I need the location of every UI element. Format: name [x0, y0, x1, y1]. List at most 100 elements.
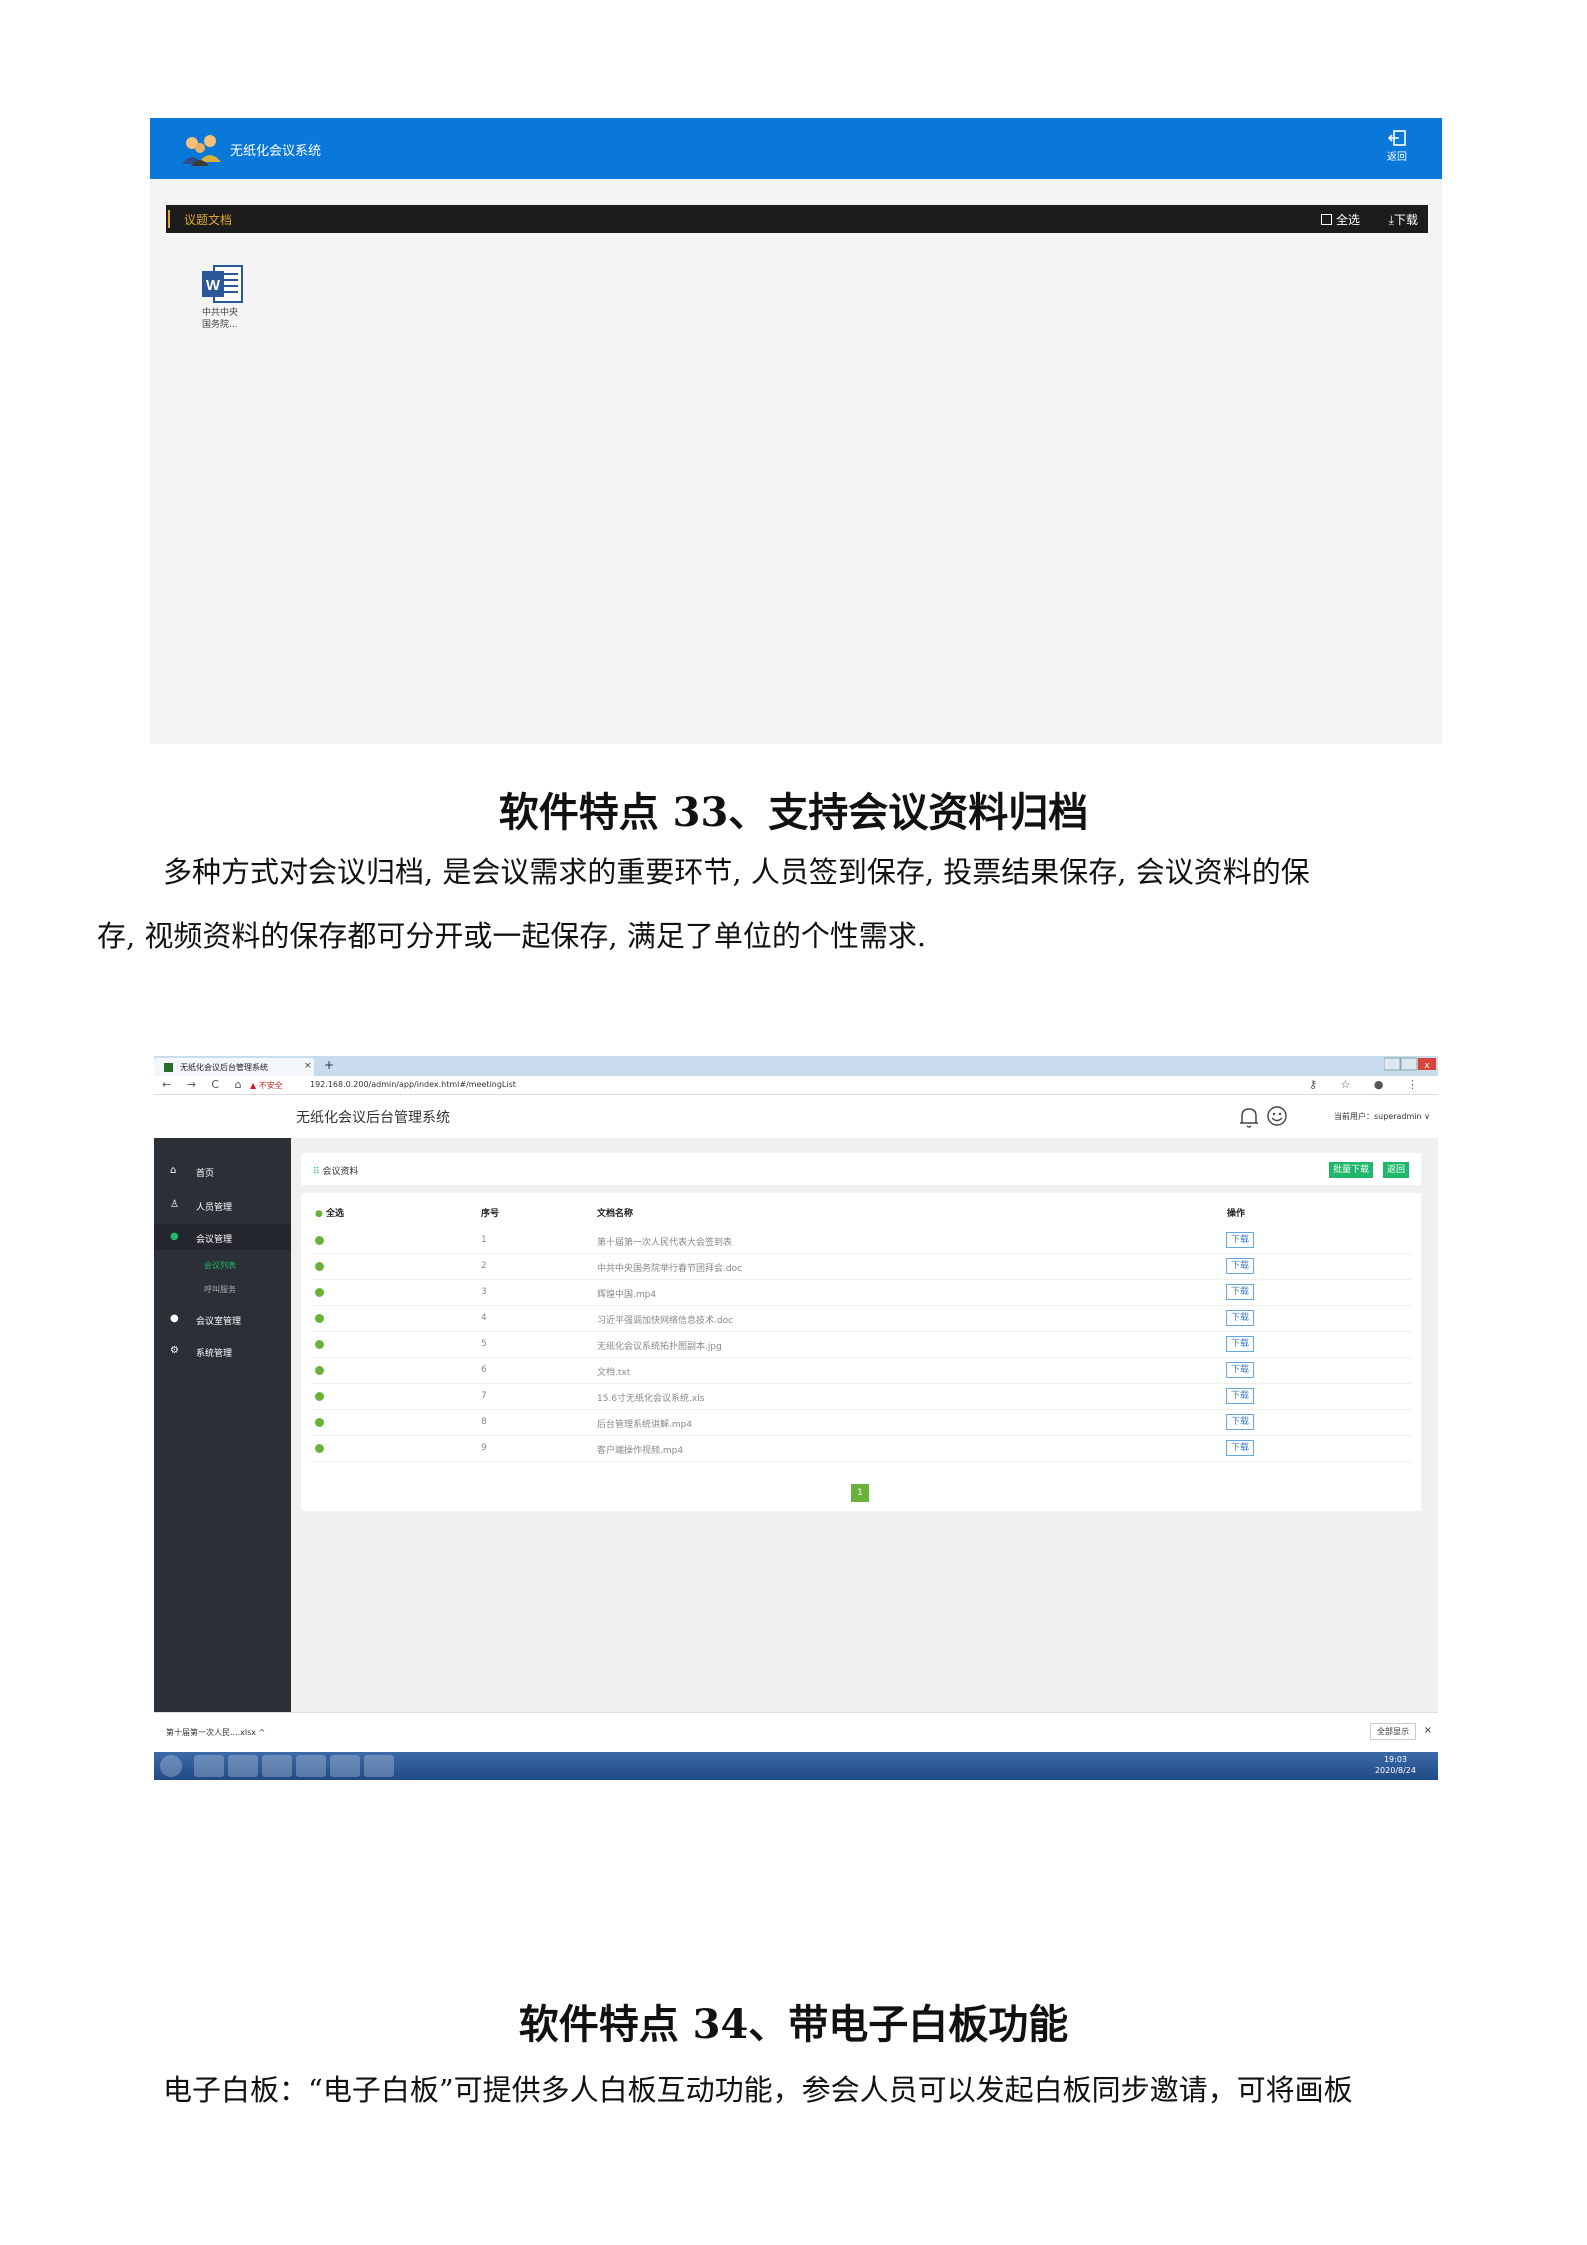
row-download-button[interactable]: 下载 — [1226, 1258, 1254, 1274]
select-all-checkbox[interactable]: 全选 — [1320, 211, 1360, 228]
folder-icon[interactable] — [228, 1755, 258, 1777]
tab-close-icon[interactable]: × — [304, 1061, 312, 1071]
sidebar-item-people[interactable]: ♙ 人员管理 — [154, 1192, 291, 1218]
row-download-button[interactable]: 下载 — [1226, 1440, 1254, 1456]
row-download-button[interactable]: 下载 — [1226, 1310, 1254, 1326]
file-name-line: 中共中央 — [202, 308, 239, 318]
word-file-icon: W — [202, 265, 243, 303]
download-label: 下载 — [1393, 213, 1418, 227]
new-tab-button[interactable]: + — [324, 1058, 334, 1072]
download-button[interactable]: ⤓下载 — [1389, 211, 1418, 228]
current-user[interactable]: 当前用户：superadmin ∨ — [1334, 1111, 1430, 1122]
bell-icon[interactable] — [1238, 1105, 1260, 1129]
system-clock[interactable]: 19:03 2020/8/24 — [1375, 1754, 1416, 1776]
row-download-button[interactable]: 下载 — [1226, 1232, 1254, 1248]
sidebar-item-label: 会议管理 — [196, 1235, 233, 1245]
section-accent — [168, 210, 170, 228]
row-doc-name: 后台管理系统讲解.mp4 — [597, 1420, 693, 1430]
start-button-icon[interactable] — [160, 1755, 182, 1777]
row-check-icon[interactable] — [315, 1418, 324, 1427]
svg-text:x: x — [1424, 1061, 1430, 1071]
row-index: 8 — [481, 1417, 487, 1427]
sidebar-item-system[interactable]: ⚙ 系统管理 — [154, 1338, 291, 1364]
download-bar: 第十届第一次人民....xlsx ^ 全部显示 × — [154, 1712, 1438, 1753]
row-doc-name: 习近平强调加快网络信息技术.doc — [597, 1316, 734, 1326]
pagination-page[interactable]: 1 — [851, 1484, 869, 1502]
document-table: ● 全选 序号 文档名称 操作 1 第十届第一次人民代表大会签到表 下载 2 中共中央国… — [301, 1193, 1421, 1511]
row-check-icon[interactable] — [315, 1444, 324, 1453]
return-button[interactable]: 返回 — [1382, 1162, 1409, 1178]
close-icon[interactable]: × — [1424, 1725, 1432, 1736]
feature-33-paragraph-line: 存, 视频资料的保存都可分开或一起保存, 满足了单位的个性需求. — [97, 919, 927, 953]
browser-tab[interactable]: 无纸化会议后台管理系统 × — [154, 1058, 314, 1076]
select-all-label: 全选 — [326, 1209, 345, 1219]
table-row: 3 辉煌中国.mp4 下载 — [311, 1279, 1411, 1306]
row-index: 3 — [481, 1287, 487, 1297]
wps-icon[interactable] — [330, 1755, 360, 1777]
row-download-button[interactable]: 下载 — [1226, 1388, 1254, 1404]
back-button[interactable]: 返回 — [1382, 130, 1412, 163]
window-controls-icon[interactable]: x — [1384, 1057, 1436, 1071]
table-row: 7 15.6寸无纸化会议系统.xls 下载 — [311, 1383, 1411, 1410]
app-header: 无纸化会议后台管理系统 当前用户：superadmin ∨ — [154, 1095, 1438, 1139]
check-dot-icon: ● — [315, 1209, 326, 1219]
row-download-button[interactable]: 下载 — [1226, 1362, 1254, 1378]
panel-title-label: 会议资料 — [322, 1167, 359, 1177]
row-index: 1 — [481, 1235, 487, 1245]
table-row: 6 文档.txt 下载 — [311, 1357, 1411, 1384]
file-name: 中共中央 国务院... — [202, 307, 252, 331]
row-check-icon[interactable] — [315, 1314, 324, 1323]
tool-app-icon[interactable] — [364, 1755, 394, 1777]
row-check-icon[interactable] — [315, 1340, 324, 1349]
people-icon: ♙ — [170, 1199, 179, 1210]
row-download-button[interactable]: 下载 — [1226, 1284, 1254, 1300]
browser-actions[interactable]: ⚷ ☆ ● ⋮ — [1309, 1078, 1428, 1091]
panel-title: ⠿ 会议资料 — [313, 1164, 358, 1177]
table-row: 5 无纸化会议系统拓扑图副本.jpg 下载 — [311, 1331, 1411, 1358]
archive-app-screenshot: 无纸化会议系统 返回 议题文档 全选 ⤓下载 W 中共中央 国务院... — [150, 118, 1442, 744]
ie-icon[interactable] — [194, 1755, 224, 1777]
row-check-icon[interactable] — [315, 1288, 324, 1297]
home-icon: ⌂ — [170, 1165, 177, 1176]
row-check-icon[interactable] — [315, 1392, 324, 1401]
clock-time: 19:03 — [1383, 1755, 1408, 1764]
row-doc-name: 文档.txt — [597, 1368, 631, 1378]
panel-header: ⠿ 会议资料 批量下载 返回 — [301, 1153, 1421, 1185]
row-download-button[interactable]: 下载 — [1226, 1414, 1254, 1430]
row-doc-name: 中共中央国务院举行春节团拜会.doc — [597, 1264, 743, 1274]
table-row: 9 客户端操作视频.mp4 下载 — [311, 1435, 1411, 1462]
show-all-button[interactable]: 全部显示 — [1370, 1723, 1416, 1740]
sidebar-item-label: 首页 — [196, 1169, 215, 1179]
clock-date: 2020/8/24 — [1374, 1766, 1416, 1775]
sidebar-subitem-call-service[interactable]: 呼叫服务 — [204, 1284, 236, 1295]
row-download-button[interactable]: 下载 — [1226, 1336, 1254, 1352]
row-index: 7 — [481, 1391, 487, 1401]
word-document-file[interactable]: W — [200, 264, 248, 308]
batch-download-button[interactable]: 批量下载 — [1328, 1162, 1373, 1178]
sidebar-subitem-meeting-list[interactable]: 会议列表 — [204, 1260, 236, 1271]
back-label: 返回 — [1387, 152, 1407, 163]
select-all-header[interactable]: ● 全选 — [315, 1206, 344, 1219]
checkbox-icon — [1320, 214, 1332, 225]
main-content: ⠿ 会议资料 批量下载 返回 ● 全选 序号 文档名称 操作 1 第十届第一次人民… — [291, 1138, 1438, 1712]
row-check-icon[interactable] — [315, 1236, 324, 1245]
sidebar-item-room[interactable]: ● 会议室管理 — [154, 1306, 291, 1332]
avatar-icon[interactable] — [1266, 1105, 1288, 1127]
admin-app-screenshot: 无纸化会议后台管理系统 × + x ← → C ⌂ ▲ 不安全 192.168.… — [154, 1056, 1438, 1780]
column-header-name: 文档名称 — [597, 1209, 634, 1219]
nav-buttons[interactable]: ← → C ⌂ — [162, 1078, 248, 1091]
not-secure-badge[interactable]: ▲ 不安全 — [250, 1080, 283, 1091]
download-item[interactable]: 第十届第一次人民....xlsx ^ — [166, 1727, 265, 1738]
room-icon: ● — [170, 1313, 179, 1324]
user-app-icon[interactable] — [296, 1755, 326, 1777]
sidebar-item-meeting[interactable]: ● 会议管理 — [154, 1224, 291, 1250]
feature-34-heading: 软件特点 34、带电子白板功能 — [518, 2001, 1069, 2048]
row-index: 4 — [481, 1313, 487, 1323]
row-check-icon[interactable] — [315, 1262, 324, 1271]
chrome-icon[interactable] — [262, 1755, 292, 1777]
row-check-icon[interactable] — [315, 1366, 324, 1375]
url-text[interactable]: 192.168.0.200/admin/app/index.html#/meet… — [310, 1080, 516, 1089]
table-row: 1 第十届第一次人民代表大会签到表 下载 — [311, 1227, 1411, 1254]
tab-favicon-icon — [164, 1063, 173, 1072]
sidebar-item-home[interactable]: ⌂ 首页 — [154, 1158, 291, 1184]
